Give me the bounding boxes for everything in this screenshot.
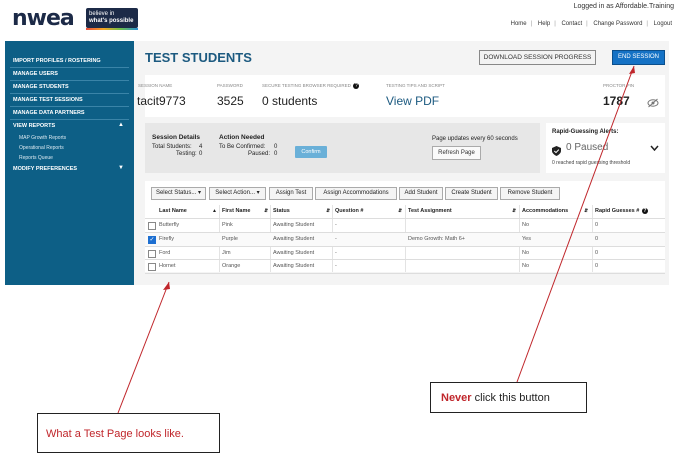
test-page-annotation: What a Test Page looks like. xyxy=(37,413,220,453)
arrowhead-test-page xyxy=(163,282,170,290)
arrow-to-end-session xyxy=(516,65,635,383)
arrowhead-end-session xyxy=(629,66,635,74)
never-click-annotation: Never click this button xyxy=(430,382,587,413)
arrow-to-test-page xyxy=(117,281,170,414)
